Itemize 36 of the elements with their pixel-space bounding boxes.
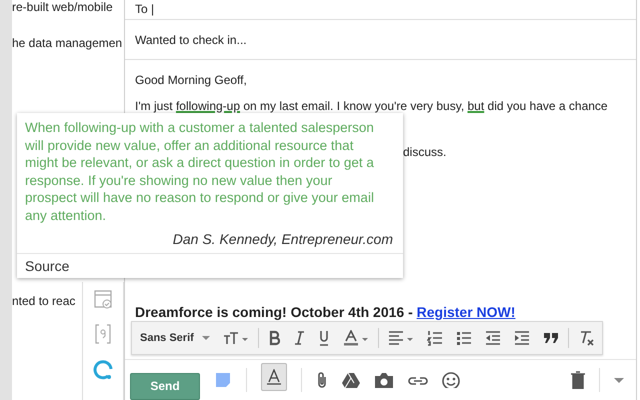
calendar-check-icon[interactable]: [93, 288, 113, 310]
quote-text: When following-up with a customer a talented salesperson will provide new value, offer an additional resource that might be relevant, or ask a direct question in order to get a response. If you're showing no new value then your prospect will have no reason to respond or give your email any attention.: [24, 119, 375, 224]
dropdown-caret-icon[interactable]: [614, 378, 624, 382]
numbered-list-icon[interactable]: [426, 330, 443, 346]
text-color-icon[interactable]: [342, 330, 369, 346]
smiley-icon[interactable]: [442, 372, 460, 388]
background-text: nted to reac: [12, 294, 76, 310]
font-dropdown[interactable]: Sans Serif: [140, 332, 210, 344]
bulleted-list-icon[interactable]: [456, 330, 472, 346]
quote-icon[interactable]: [542, 330, 559, 346]
body-text: Good Morning Geoff,: [135, 72, 248, 88]
body-text: I'm just following-up on my last email. I know you're very busy, but did you have a chance: [135, 99, 609, 114]
quote-attribution: Dan S. Kennedy, Entrepreneur.com: [172, 230, 394, 249]
bold-icon[interactable]: [268, 330, 280, 346]
outdent-icon[interactable]: [484, 330, 501, 346]
triangle-icon[interactable]: [342, 372, 360, 388]
body-text: discuss.: [403, 144, 448, 160]
background-text: re-built web/mobile: [12, 0, 114, 15]
indent-icon[interactable]: [514, 330, 530, 346]
background-text: he data managemen: [12, 36, 124, 51]
italic-icon[interactable]: [292, 330, 305, 346]
trash-icon[interactable]: [571, 371, 585, 389]
source-label[interactable]: Source: [17, 253, 403, 278]
caret-icon[interactable]: [202, 336, 210, 340]
text-format-icon: [267, 369, 281, 385]
paperclip-icon[interactable]: [316, 372, 328, 388]
subject-field[interactable]: Wanted to check in...: [135, 32, 247, 46]
text-size-icon[interactable]: [222, 330, 249, 346]
camera-icon[interactable]: [374, 372, 394, 388]
signature-text: Dreamforce is coming! October 4th 2016 -: [135, 304, 414, 320]
ring-icon[interactable]: [92, 358, 114, 380]
underline-icon[interactable]: [318, 330, 330, 346]
register-link[interactable]: Register NOW!: [416, 304, 516, 320]
align-icon[interactable]: [388, 330, 414, 346]
recipient-field[interactable]: To |: [135, 2, 154, 17]
formatting-button[interactable]: [261, 363, 287, 391]
